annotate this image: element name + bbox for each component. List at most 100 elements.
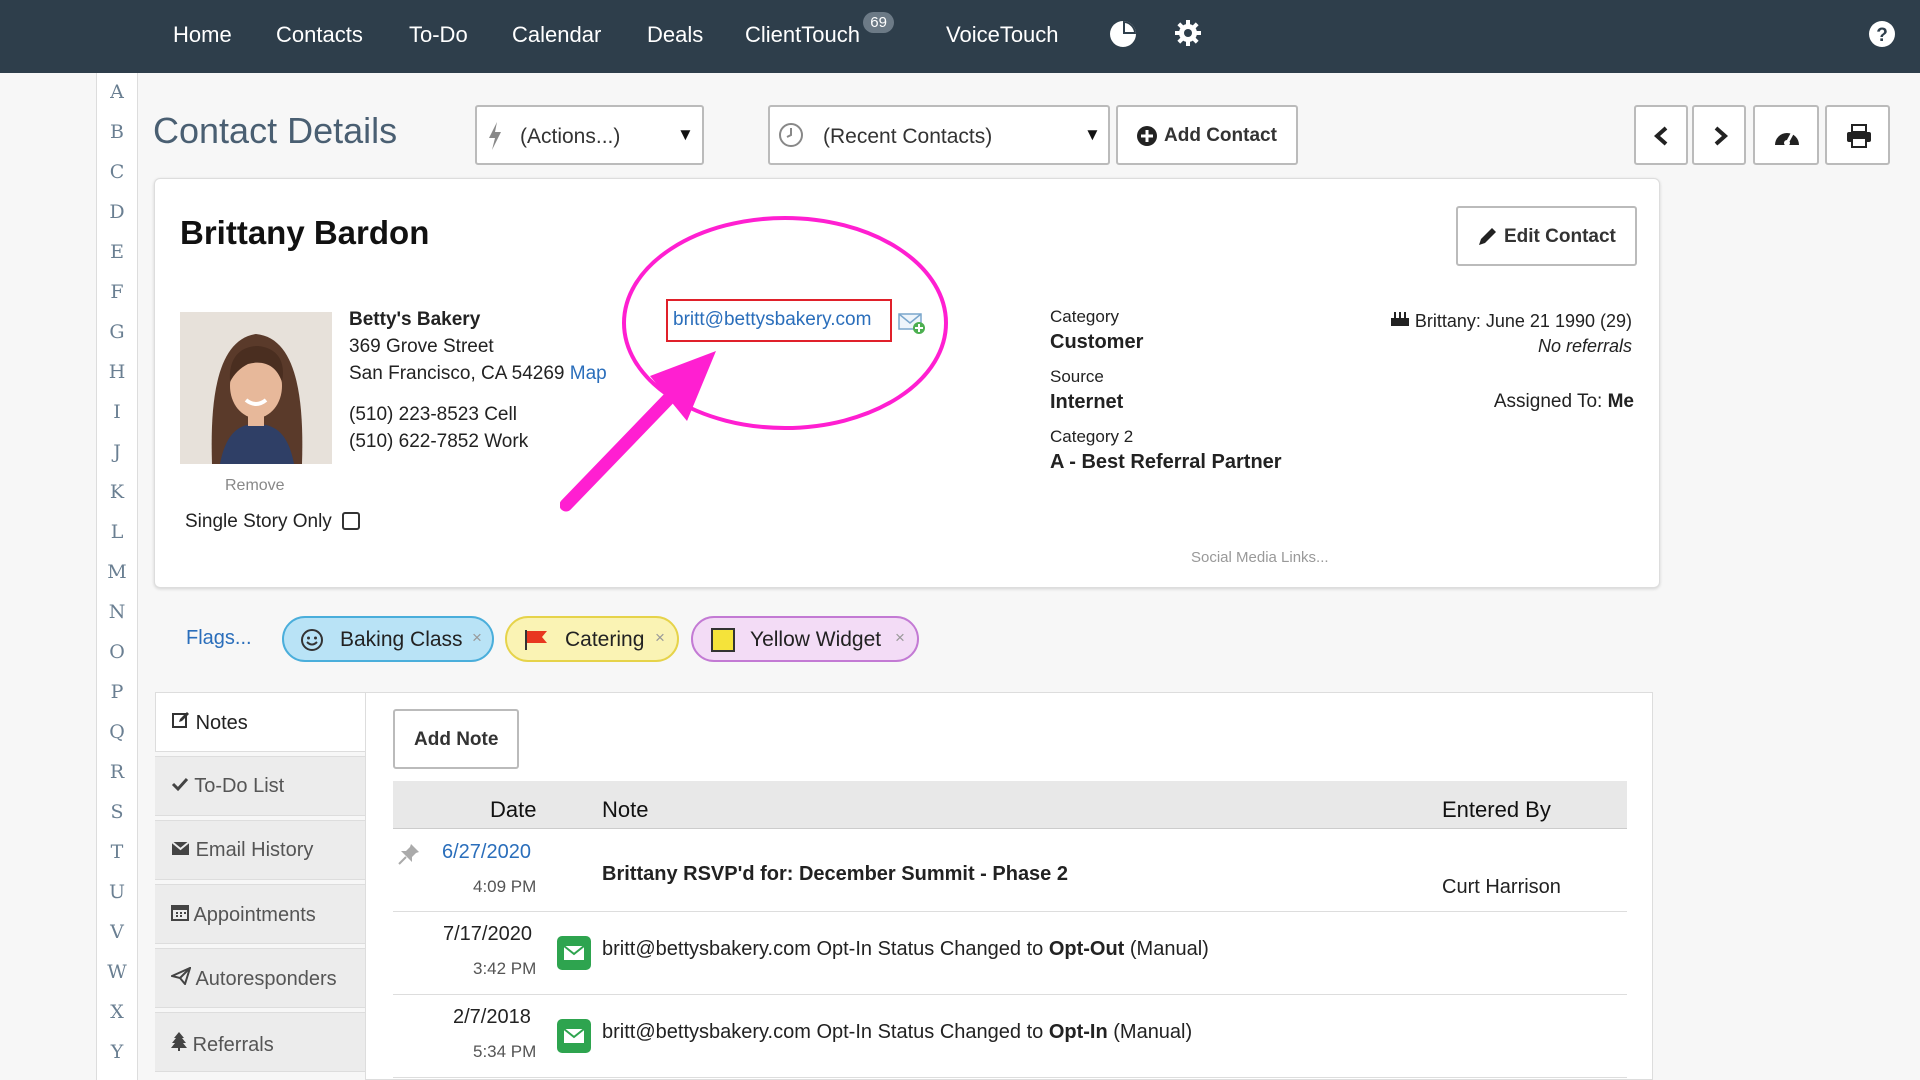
alpha-letter-m[interactable]: M: [97, 561, 137, 583]
note-text: Brittany RSVP'd for: December Summit - P…: [602, 863, 1068, 885]
caret-down-icon: ▼: [1084, 125, 1101, 144]
email-green-icon: [557, 1019, 591, 1053]
print-icon: [1847, 124, 1871, 148]
alpha-letter-p[interactable]: P: [97, 681, 137, 703]
add-contact-button[interactable]: Add Contact: [1116, 105, 1298, 165]
note-entered-by: Curt Harrison: [1442, 876, 1561, 898]
alpha-letter-j[interactable]: J: [97, 441, 137, 463]
alpha-letter-e[interactable]: E: [97, 241, 137, 263]
recent-contacts-dropdown[interactable]: (Recent Contacts) ▼: [768, 105, 1110, 165]
contact-photo[interactable]: [180, 312, 332, 464]
tab-label: Referrals: [192, 1034, 274, 1056]
column-entered-by[interactable]: Entered By: [1442, 797, 1551, 823]
contact-name: Brittany Bardon: [180, 214, 430, 251]
alpha-letter-y[interactable]: Y: [97, 1041, 137, 1063]
table-row[interactable]: 2/7/2018 5:34 PM britt@bettysbakery.com …: [393, 995, 1627, 1078]
calendar-icon: [171, 905, 189, 921]
alpha-letter-s[interactable]: S: [97, 801, 137, 823]
remove-photo-link[interactable]: Remove: [225, 477, 285, 495]
note-date: 7/17/2020: [443, 923, 532, 945]
note-date[interactable]: 6/27/2020: [442, 841, 531, 864]
alpha-letter-x[interactable]: X: [97, 1001, 137, 1023]
nav-clienttouch-label: ClientTouch: [745, 22, 860, 47]
settings-gear-icon[interactable]: [1174, 19, 1202, 52]
alpha-letter-u[interactable]: U: [97, 881, 137, 903]
alpha-letter-b[interactable]: B: [97, 121, 137, 143]
tab-notes[interactable]: Notes: [155, 692, 365, 752]
alpha-letter-d[interactable]: D: [97, 201, 137, 223]
help-icon[interactable]: ?: [1868, 20, 1896, 53]
note-time: 3:42 PM: [473, 959, 537, 978]
alpha-letter-v[interactable]: V: [97, 921, 137, 943]
svg-text:?: ?: [1876, 25, 1888, 46]
remove-flag-icon[interactable]: ×: [472, 628, 482, 648]
nav-todo[interactable]: To-Do: [409, 22, 468, 48]
alpha-letter-k[interactable]: K: [97, 481, 137, 503]
flag-label: Baking Class: [340, 628, 463, 651]
tab-autoresponders[interactable]: Autoresponders: [155, 948, 365, 1008]
add-note-button[interactable]: Add Note: [393, 709, 519, 769]
table-row[interactable]: 6/27/2020 4:09 PM Brittany RSVP'd for: D…: [393, 829, 1627, 912]
note-prefix: britt@bettysbakery.com Opt-In Status Cha…: [602, 1021, 1049, 1043]
note-suffix: (Manual): [1124, 938, 1209, 960]
actions-dropdown[interactable]: (Actions...) ▼: [475, 105, 704, 165]
phone-cell[interactable]: (510) 223-8523 Cell: [349, 404, 517, 426]
note-date: 2/7/2018: [453, 1006, 531, 1028]
alpha-letter-g[interactable]: G: [97, 321, 137, 343]
nav-contacts[interactable]: Contacts: [276, 22, 363, 48]
nav-home[interactable]: Home: [173, 22, 232, 48]
remove-flag-icon[interactable]: ×: [655, 628, 665, 648]
nav-voicetouch[interactable]: VoiceTouch: [946, 22, 1059, 48]
tab-appointments[interactable]: Appointments: [155, 884, 365, 944]
alpha-letter-f[interactable]: F: [97, 281, 137, 303]
category2-value: A - Best Referral Partner: [1050, 451, 1282, 473]
flag-catering[interactable]: Catering ×: [505, 616, 679, 662]
column-date[interactable]: Date: [490, 797, 536, 823]
nav-deals[interactable]: Deals: [647, 22, 703, 48]
alpha-letter-c[interactable]: C: [97, 161, 137, 183]
flags-link[interactable]: Flags...: [186, 627, 252, 650]
phone-work[interactable]: (510) 622-7852 Work: [349, 431, 528, 453]
tree-icon: [171, 1032, 187, 1051]
flag-baking-class[interactable]: Baking Class ×: [282, 616, 494, 662]
tab-todo-list[interactable]: To-Do List: [155, 756, 365, 816]
top-nav: Home Contacts To-Do Calendar Deals Clien…: [0, 0, 1920, 73]
tab-referrals[interactable]: Referrals: [155, 1012, 365, 1072]
edit-contact-button[interactable]: Edit Contact: [1456, 206, 1637, 266]
alpha-letter-w[interactable]: W: [97, 961, 137, 983]
remove-flag-icon[interactable]: ×: [895, 628, 905, 648]
avatar: [180, 312, 332, 464]
print-button[interactable]: [1825, 105, 1890, 165]
dashboard-button[interactable]: [1753, 105, 1819, 165]
alpha-letter-t[interactable]: T: [97, 841, 137, 863]
alpha-letter-o[interactable]: O: [97, 641, 137, 663]
note-text: britt@bettysbakery.com Opt-In Status Cha…: [602, 938, 1209, 961]
alpha-letter-i[interactable]: I: [97, 401, 137, 423]
nav-calendar[interactable]: Calendar: [512, 22, 601, 48]
alpha-letter-a[interactable]: A: [97, 81, 137, 103]
alphabet-index: ABCDEFGHIJKLMNOPQRSTUVWXY: [96, 73, 138, 1080]
tab-label: Autoresponders: [195, 968, 337, 990]
recent-contacts-label: (Recent Contacts): [823, 125, 993, 148]
alpha-letter-h[interactable]: H: [97, 361, 137, 383]
single-story-checkbox[interactable]: [342, 512, 360, 530]
table-row[interactable]: 7/17/2020 3:42 PM britt@bettysbakery.com…: [393, 912, 1627, 995]
social-media-links[interactable]: Social Media Links...: [1191, 549, 1329, 566]
alpha-letter-r[interactable]: R: [97, 761, 137, 783]
previous-contact-button[interactable]: [1634, 105, 1688, 165]
company-name: Betty's Bakery: [349, 309, 481, 330]
reports-pie-icon[interactable]: [1108, 19, 1138, 54]
alpha-letter-q[interactable]: Q: [97, 721, 137, 743]
alpha-letter-l[interactable]: L: [97, 521, 137, 543]
clock-icon: [778, 122, 804, 153]
smiley-icon: [301, 629, 323, 651]
check-icon: [171, 777, 189, 792]
plus-circle-icon: [1136, 125, 1158, 152]
flag-yellow-widget[interactable]: Yellow Widget ×: [691, 616, 919, 662]
alpha-letter-n[interactable]: N: [97, 601, 137, 623]
pin-icon[interactable]: [397, 842, 421, 866]
nav-clienttouch[interactable]: ClientTouch 69: [745, 12, 894, 48]
next-contact-button[interactable]: [1692, 105, 1746, 165]
tab-email-history[interactable]: Email History: [155, 820, 365, 880]
column-note[interactable]: Note: [602, 797, 648, 823]
